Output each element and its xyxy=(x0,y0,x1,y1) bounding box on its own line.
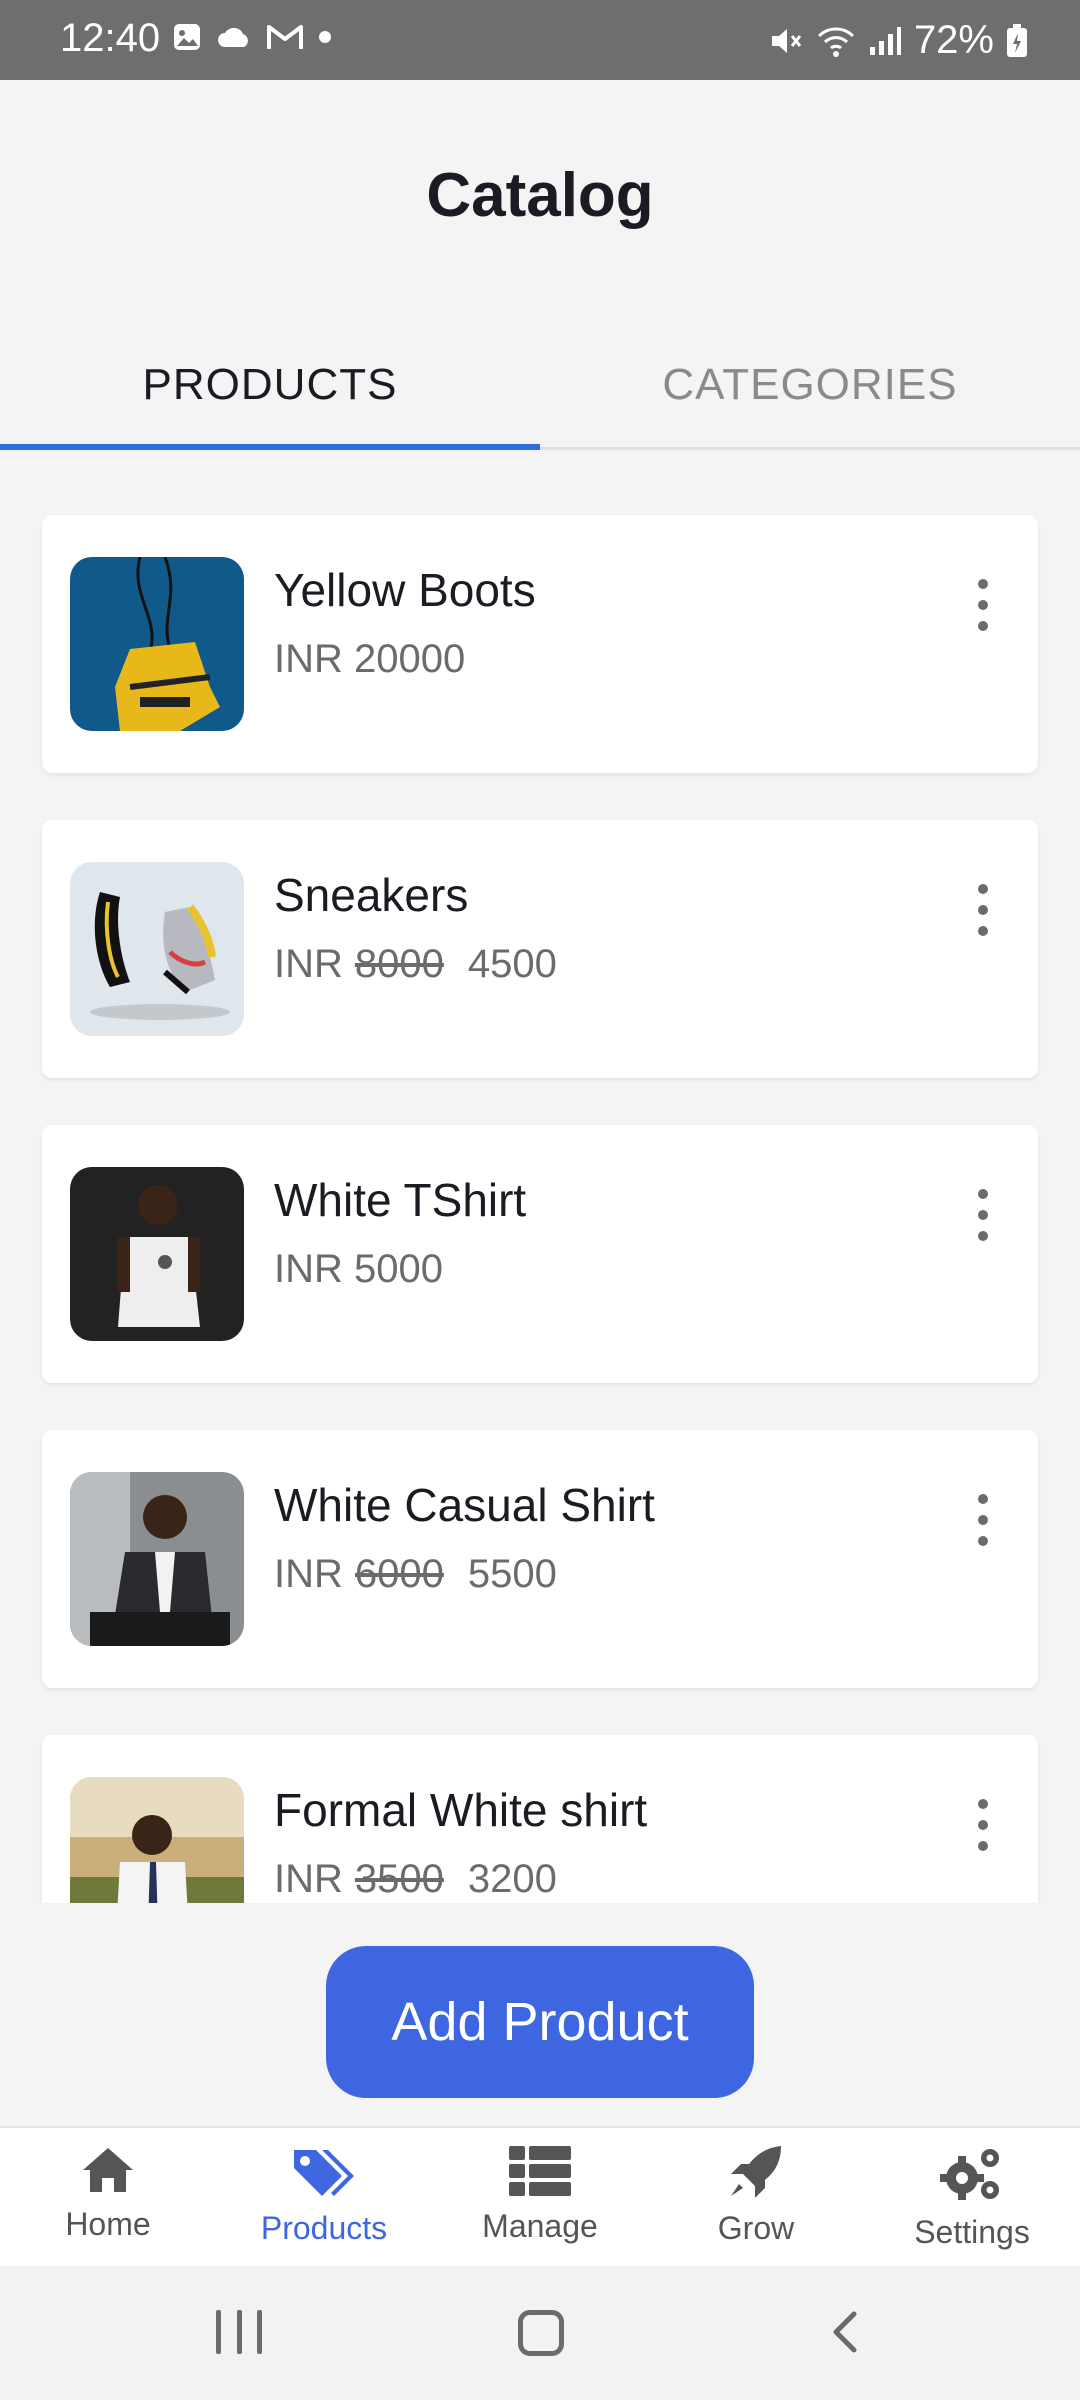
dot-icon xyxy=(319,31,331,43)
status-bar: 12:40 72% xyxy=(0,0,1080,80)
more-options-icon[interactable] xyxy=(968,880,998,940)
product-card[interactable]: Yellow Boots INR 20000 xyxy=(42,515,1038,773)
price-current: 5500 xyxy=(467,1552,557,1596)
more-options-icon[interactable] xyxy=(968,575,998,635)
product-price: INR 5000 xyxy=(274,1247,443,1292)
nav-label: Manage xyxy=(482,2208,598,2244)
back-icon[interactable] xyxy=(824,2310,868,2354)
image-icon xyxy=(174,24,200,50)
product-price: INR 6000 5500 xyxy=(274,1552,557,1597)
rocket-icon xyxy=(731,2146,781,2198)
product-card[interactable]: Sneakers INR 8000 4500 xyxy=(42,820,1038,1078)
product-name: Yellow Boots xyxy=(274,564,536,616)
product-name: White TShirt xyxy=(274,1174,527,1226)
product-image xyxy=(70,557,244,731)
nav-manage[interactable]: Manage xyxy=(432,2128,648,2268)
battery-level: 72% xyxy=(913,18,994,62)
product-image xyxy=(70,862,244,1036)
product-card[interactable]: White Casual Shirt INR 6000 5500 xyxy=(42,1430,1038,1688)
nav-settings[interactable]: Settings xyxy=(864,2128,1080,2268)
product-name: Formal White shirt xyxy=(274,1784,648,1836)
price-original: 6000 xyxy=(354,1552,444,1596)
wifi-icon xyxy=(817,26,854,57)
product-image xyxy=(70,1777,244,1903)
mute-icon xyxy=(771,28,802,53)
add-product-button[interactable]: Add Product xyxy=(326,1946,754,2098)
product-card[interactable]: Formal White shirt INR 3500 3200 xyxy=(42,1735,1038,1903)
product-image xyxy=(70,1472,244,1646)
price-current: 20000 xyxy=(354,637,466,681)
price-currency: INR xyxy=(274,637,343,681)
bottom-nav: Home Products Manage Grow Settings xyxy=(0,2126,1080,2266)
tab-products[interactable]: PRODUCTS xyxy=(0,320,540,450)
nav-products[interactable]: Products xyxy=(216,2128,432,2268)
nav-home[interactable]: Home xyxy=(0,2128,216,2268)
more-options-icon[interactable] xyxy=(968,1185,998,1245)
product-price: INR 3500 3200 xyxy=(274,1857,557,1902)
product-price: INR 20000 xyxy=(274,637,465,682)
more-options-icon[interactable] xyxy=(968,1795,998,1855)
nav-label: Home xyxy=(65,2206,151,2242)
nav-label: Settings xyxy=(914,2214,1030,2250)
product-name: White Casual Shirt xyxy=(274,1479,655,1531)
price-current: 5000 xyxy=(354,1247,443,1291)
nav-label: Grow xyxy=(717,2210,795,2246)
price-currency: INR xyxy=(274,1857,343,1901)
price-currency: INR xyxy=(274,1552,343,1596)
list-icon xyxy=(509,2146,571,2196)
price-currency: INR xyxy=(274,942,343,986)
product-list[interactable]: Yellow Boots INR 20000 Sneakers INR 8000 4… xyxy=(0,453,1080,1903)
product-card[interactable]: White TShirt INR 5000 xyxy=(42,1125,1038,1383)
tab-indicator xyxy=(0,444,540,450)
page-title: Catalog xyxy=(426,161,654,230)
tag-icon xyxy=(294,2150,354,2196)
price-current: 3200 xyxy=(467,1857,557,1901)
price-original: 8000 xyxy=(354,942,444,986)
recent-apps-icon[interactable] xyxy=(216,2310,262,2354)
more-options-icon[interactable] xyxy=(968,1490,998,1550)
signal-icon xyxy=(869,26,901,55)
status-time: 12:40 xyxy=(60,16,161,60)
tab-bar: PRODUCTS CATEGORIES xyxy=(0,320,1080,450)
nav-label: Products xyxy=(260,2210,388,2246)
product-price: INR 8000 4500 xyxy=(274,942,557,987)
home-icon xyxy=(83,2148,133,2192)
home-button-icon[interactable] xyxy=(518,2310,564,2356)
product-image xyxy=(70,1167,244,1341)
product-name: Sneakers xyxy=(274,869,469,921)
price-current: 4500 xyxy=(467,942,557,986)
tab-categories[interactable]: CATEGORIES xyxy=(540,320,1080,450)
nav-grow[interactable]: Grow xyxy=(648,2128,864,2268)
gmail-icon xyxy=(267,25,303,49)
status-right: 72% xyxy=(768,18,1028,63)
status-left-icons xyxy=(172,22,332,52)
system-nav-bar xyxy=(0,2266,1080,2400)
cloud-icon xyxy=(218,27,248,47)
battery-icon xyxy=(1007,23,1027,57)
price-original: 3500 xyxy=(354,1857,444,1901)
gears-icon xyxy=(940,2149,999,2200)
price-currency: INR xyxy=(274,1247,343,1291)
